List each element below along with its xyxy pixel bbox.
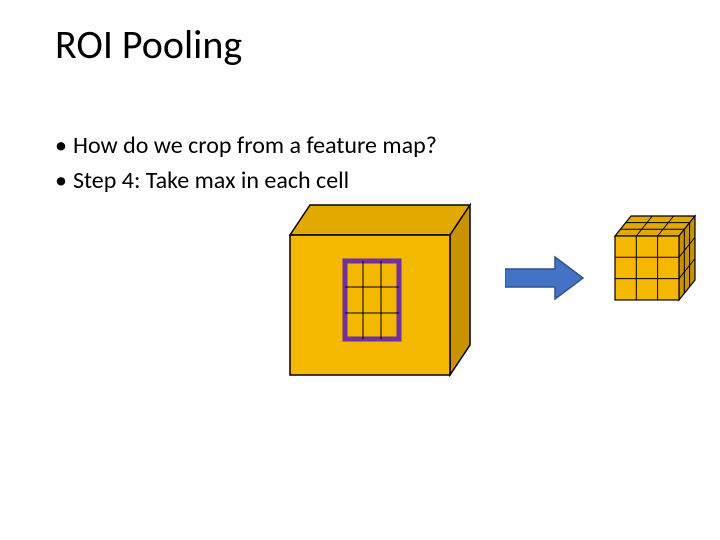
arrow-right-icon bbox=[505, 255, 585, 301]
bullet-text: Step 4: Take max in each cell bbox=[73, 165, 349, 196]
bullet-list: • How do we crop from a feature map? • S… bbox=[55, 130, 437, 200]
feature-map-cube bbox=[260, 195, 480, 385]
bullet-item: • Step 4: Take max in each cell bbox=[55, 165, 437, 196]
pooled-output-cube bbox=[605, 210, 705, 310]
roi-grid bbox=[345, 261, 399, 339]
bullet-dot-icon: • bbox=[55, 165, 73, 196]
bullet-text: How do we crop from a feature map? bbox=[73, 130, 437, 161]
bullet-item: • How do we crop from a feature map? bbox=[55, 130, 437, 161]
bullet-dot-icon: • bbox=[55, 130, 73, 161]
slide-title: ROI Pooling bbox=[55, 20, 242, 69]
